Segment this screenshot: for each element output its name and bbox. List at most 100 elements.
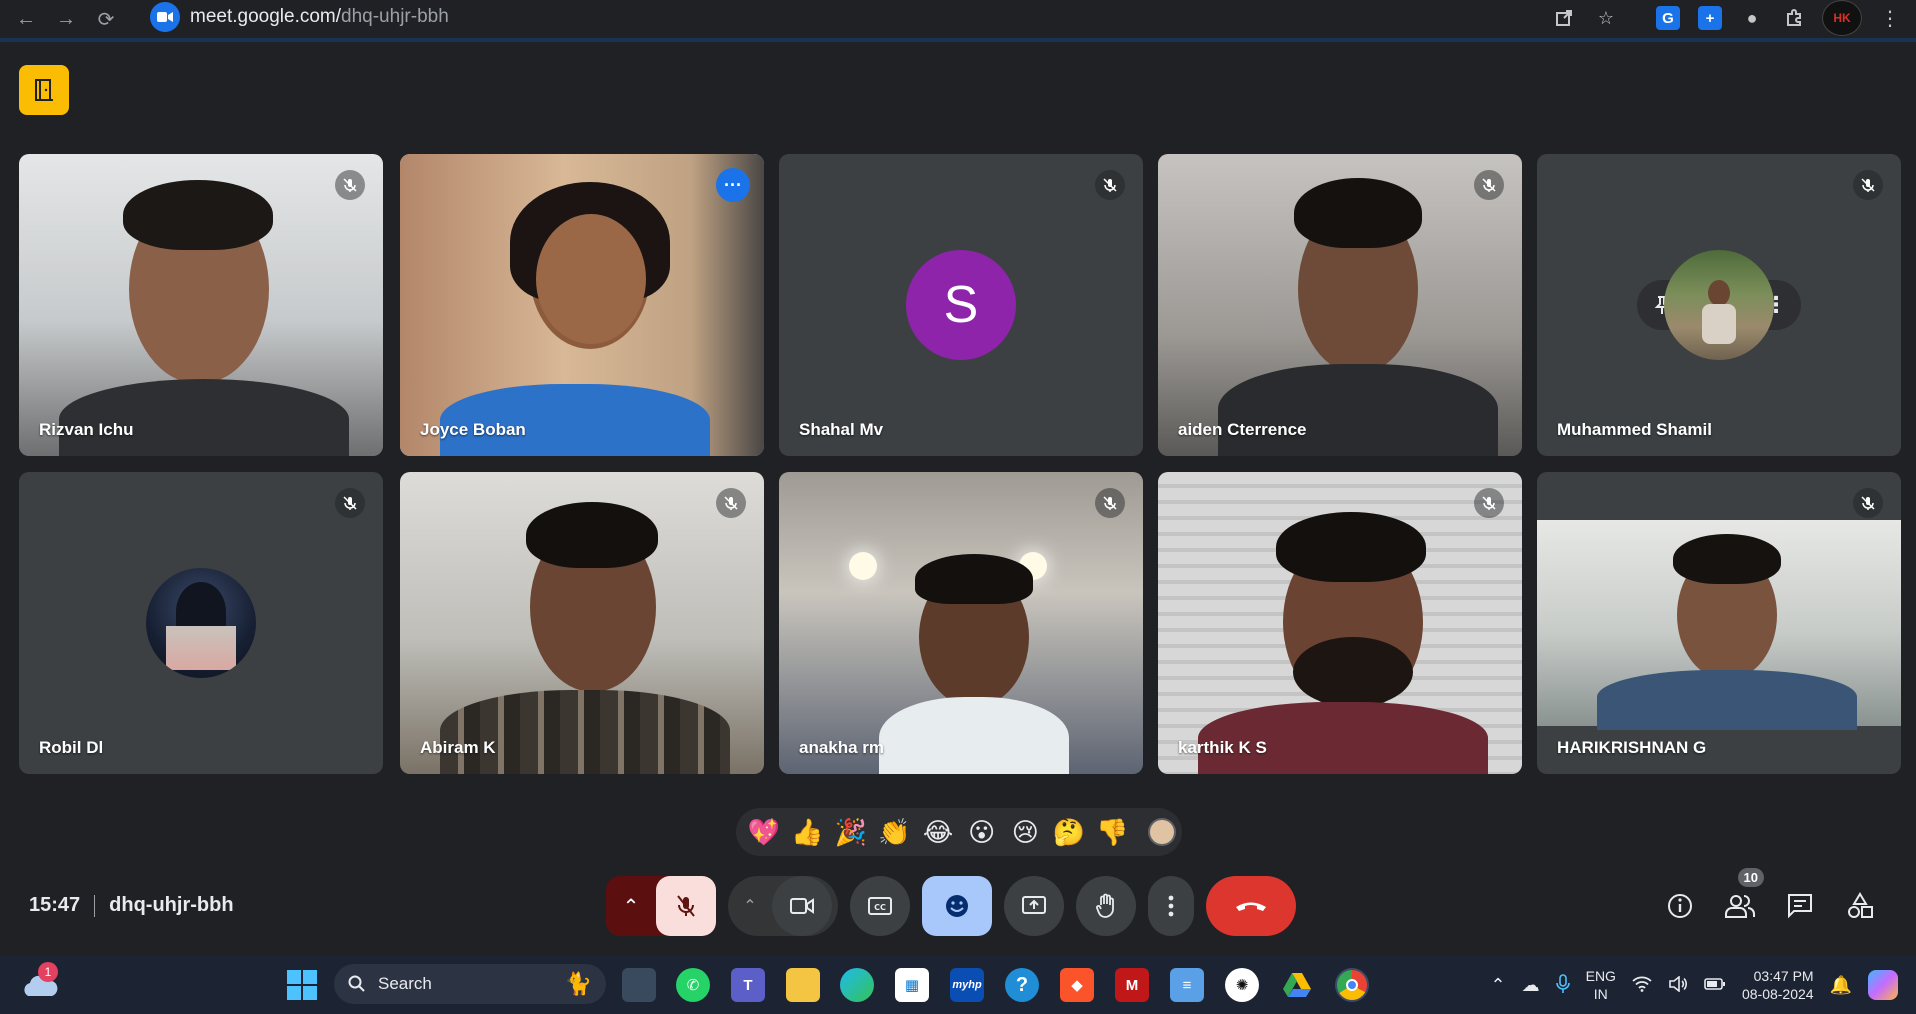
file-explorer-icon[interactable] bbox=[786, 968, 820, 1002]
participant-tile[interactable]: S Shahal Mv bbox=[779, 154, 1143, 456]
clock-date: 08-08-2024 bbox=[1741, 986, 1814, 1002]
windows-taskbar: 1 Search 🐈 ✆ T ▦ myhp ? ◆ M ≡ ✺ ⌃ ☁ ENG … bbox=[0, 956, 1916, 1014]
muted-mic-icon bbox=[1853, 170, 1883, 200]
profile-avatar[interactable]: HK bbox=[1822, 0, 1862, 36]
participant-video bbox=[1158, 472, 1522, 774]
people-button[interactable]: 10 bbox=[1720, 868, 1764, 930]
forward-icon[interactable]: → bbox=[46, 3, 86, 35]
participant-tile[interactable]: HARIKRISHNAN G bbox=[1537, 472, 1901, 774]
participant-tile[interactable]: karthik K S bbox=[1158, 472, 1522, 774]
participant-tile[interactable]: aiden Cterrence bbox=[1158, 154, 1522, 456]
reaction-thinking[interactable]: 🤔 bbox=[1047, 817, 1091, 848]
skin-tone-picker[interactable] bbox=[1148, 818, 1176, 846]
extensions-puzzle-icon[interactable] bbox=[1780, 4, 1808, 32]
weather-notification-badge: 1 bbox=[38, 962, 58, 982]
system-clock[interactable]: 03:47 PM 08-08-2024 bbox=[1742, 967, 1814, 1003]
divider bbox=[94, 894, 96, 917]
weather-widget[interactable]: 1 bbox=[20, 962, 60, 1006]
system-tray: ⌃ ☁ ENG IN 03:47 PM 08-08-2024 🔔 bbox=[1491, 956, 1916, 1014]
send-reaction-button[interactable] bbox=[922, 876, 992, 936]
reaction-laughing[interactable]: 😂 bbox=[916, 817, 960, 848]
captions-button[interactable]: CC bbox=[850, 876, 910, 936]
reaction-party-popper[interactable]: 🎉 bbox=[829, 817, 873, 848]
search-highlight-icon: 🐈 bbox=[564, 971, 592, 996]
add-extension-icon[interactable]: + bbox=[1696, 4, 1724, 32]
chatgpt-icon[interactable]: ✺ bbox=[1225, 968, 1259, 1002]
volume-icon[interactable] bbox=[1668, 974, 1688, 995]
participant-avatar: S bbox=[906, 250, 1016, 360]
companion-mode-button[interactable] bbox=[19, 65, 69, 115]
battery-icon[interactable] bbox=[1704, 977, 1726, 994]
search-label: Search bbox=[378, 974, 432, 993]
reaction-sparkling-heart[interactable]: 💖 bbox=[742, 817, 786, 848]
meeting-clock: 15:47 bbox=[29, 894, 81, 916]
participant-tile[interactable]: Robil Dl bbox=[19, 472, 383, 774]
meeting-details-button[interactable] bbox=[1660, 882, 1700, 930]
participant-name: Joyce Boban bbox=[420, 420, 526, 439]
bookmark-star-icon[interactable]: ☆ bbox=[1592, 4, 1620, 32]
windows-start-button[interactable] bbox=[287, 970, 317, 1000]
leave-call-button[interactable] bbox=[1206, 876, 1296, 936]
teams-icon[interactable]: T bbox=[731, 968, 765, 1002]
onedrive-icon[interactable]: ☁ bbox=[1522, 975, 1540, 996]
reaction-thumbs-down[interactable]: 👎 bbox=[1091, 817, 1135, 848]
myhp-icon[interactable]: myhp bbox=[950, 968, 984, 1002]
wifi-icon[interactable] bbox=[1632, 976, 1652, 995]
raise-hand-button[interactable] bbox=[1076, 876, 1136, 936]
more-options-button[interactable]: ··· bbox=[716, 168, 750, 202]
help-icon[interactable]: ? bbox=[1005, 968, 1039, 1002]
participant-name: Abiram K bbox=[420, 738, 496, 757]
door-icon bbox=[35, 79, 53, 101]
microphone-off-button[interactable] bbox=[656, 876, 716, 936]
copilot-icon[interactable] bbox=[1868, 970, 1898, 1000]
notepad-icon[interactable]: ≡ bbox=[1170, 968, 1204, 1002]
microphone-tray-icon[interactable] bbox=[1555, 973, 1570, 997]
chrome-icon[interactable] bbox=[1335, 968, 1369, 1002]
translate-extension-icon[interactable]: G bbox=[1654, 4, 1682, 32]
call-controls: ⌃ ⌃ CC bbox=[606, 876, 1296, 936]
camera-button[interactable] bbox=[772, 876, 832, 936]
task-view-icon[interactable] bbox=[622, 968, 656, 1002]
shapes-icon bbox=[1848, 892, 1873, 918]
participant-name: Muhammed Shamil bbox=[1557, 420, 1712, 439]
activities-button[interactable] bbox=[1840, 882, 1880, 930]
microsoft-store-icon[interactable]: ▦ bbox=[895, 968, 929, 1002]
reaction-crying[interactable]: 😢 bbox=[1003, 817, 1047, 848]
participant-tile[interactable]: Abiram K bbox=[400, 472, 764, 774]
reaction-clapping[interactable]: 👏 bbox=[873, 817, 917, 848]
video-options-chevron-icon[interactable]: ⌃ bbox=[728, 896, 772, 916]
google-drive-icon[interactable] bbox=[1280, 968, 1314, 1002]
whatsapp-icon[interactable]: ✆ bbox=[676, 968, 710, 1002]
extension-icon[interactable]: ● bbox=[1738, 4, 1766, 32]
browser-menu-icon[interactable]: ⋮ bbox=[1876, 4, 1904, 32]
present-screen-button[interactable] bbox=[1004, 876, 1064, 936]
more-options-button[interactable] bbox=[1148, 876, 1194, 936]
show-hidden-icons-chevron-icon[interactable]: ⌃ bbox=[1491, 975, 1506, 996]
clock-time: 03:47 PM bbox=[1753, 968, 1814, 984]
audio-options-chevron-icon[interactable]: ⌃ bbox=[606, 894, 656, 919]
mcafee-icon[interactable]: M bbox=[1115, 968, 1149, 1002]
reload-icon[interactable]: ⟳ bbox=[86, 3, 126, 35]
brave-icon[interactable]: ◆ bbox=[1060, 968, 1094, 1002]
participant-video bbox=[1158, 154, 1522, 456]
participant-tile[interactable]: ··· Joyce Boban bbox=[400, 154, 764, 456]
muted-mic-icon bbox=[716, 488, 746, 518]
taskbar-search[interactable]: Search 🐈 bbox=[334, 964, 606, 1004]
participant-tile[interactable]: Rizvan Ichu bbox=[19, 154, 383, 456]
mic-off-icon bbox=[677, 895, 695, 917]
chat-icon bbox=[1788, 894, 1812, 919]
participant-tile[interactable]: anakha rm bbox=[779, 472, 1143, 774]
address-bar[interactable]: meet.google.com/dhq-uhjr-bbh bbox=[150, 2, 1470, 32]
people-icon bbox=[1725, 895, 1755, 918]
participant-avatar bbox=[146, 568, 256, 678]
open-in-new-icon[interactable] bbox=[1550, 4, 1578, 32]
participant-name: anakha rm bbox=[799, 738, 885, 757]
notification-bell-icon[interactable]: 🔔 bbox=[1830, 975, 1852, 996]
reaction-thumbs-up[interactable]: 👍 bbox=[786, 817, 830, 848]
edge-icon[interactable] bbox=[840, 968, 874, 1002]
input-language-indicator[interactable]: ENG IN bbox=[1586, 967, 1616, 1003]
chat-button[interactable] bbox=[1780, 882, 1820, 930]
back-icon[interactable]: ← bbox=[6, 3, 46, 35]
participant-tile[interactable]: ⋮ Muhammed Shamil bbox=[1537, 154, 1901, 456]
reaction-surprised[interactable]: 😮 bbox=[960, 817, 1004, 848]
